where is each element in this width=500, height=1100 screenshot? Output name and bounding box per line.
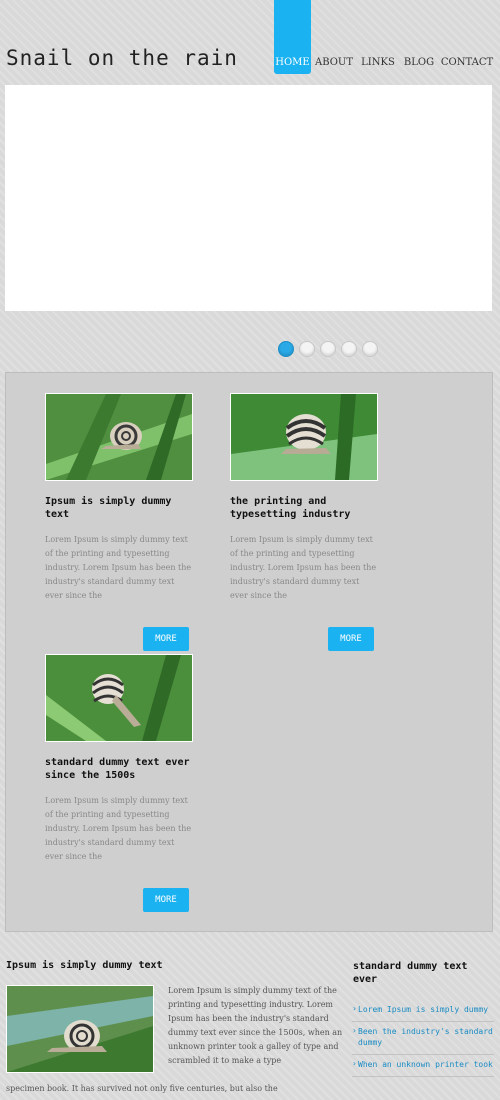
main-nav: HOME ABOUT LINKS BLOG CONTACT bbox=[274, 0, 500, 75]
slider-dot-2[interactable] bbox=[299, 341, 315, 357]
card-text: Lorem Ipsum is simply dummy text of the … bbox=[45, 796, 192, 861]
card-text: Lorem Ipsum is simply dummy text of the … bbox=[45, 535, 192, 600]
more-button[interactable]: MORE bbox=[143, 888, 189, 912]
sidebar-links: Lorem Ipsum is simply dummy Been the ind… bbox=[352, 1000, 494, 1077]
features-panel: Ipsum is simply dummy text Lorem Ipsum i… bbox=[5, 372, 493, 932]
slider-dot-4[interactable] bbox=[341, 341, 357, 357]
more-button[interactable]: MORE bbox=[328, 627, 374, 651]
hero-slider bbox=[5, 85, 492, 311]
feature-card: standard dummy text ever since the 1500s… bbox=[45, 654, 195, 864]
nav-contact[interactable]: CONTACT bbox=[441, 0, 493, 74]
more-button[interactable]: MORE bbox=[143, 627, 189, 651]
snail-image bbox=[45, 393, 193, 481]
section-text-continued: specimen book. It has survived not only … bbox=[6, 1084, 278, 1093]
feature-card: the printing and typesetting industry Lo… bbox=[230, 393, 380, 603]
section-text: Lorem Ipsum is simply dummy text of the … bbox=[168, 986, 343, 1065]
nav-links[interactable]: LINKS bbox=[360, 0, 396, 74]
sidebar-link[interactable]: Lorem Ipsum is simply dummy bbox=[352, 1000, 494, 1022]
nav-blog[interactable]: BLOG bbox=[402, 0, 436, 74]
snail-image bbox=[6, 985, 154, 1073]
card-text: Lorem Ipsum is simply dummy text of the … bbox=[230, 535, 377, 600]
sidebar-link[interactable]: Been the industry's standard dummy bbox=[352, 1022, 494, 1055]
snail-image bbox=[230, 393, 378, 481]
nav-home[interactable]: HOME bbox=[274, 0, 311, 74]
snail-image bbox=[45, 654, 193, 742]
slider-dot-3[interactable] bbox=[320, 341, 336, 357]
slider-dot-1[interactable] bbox=[278, 341, 294, 357]
feature-card: Ipsum is simply dummy text Lorem Ipsum i… bbox=[45, 393, 195, 603]
card-title: the printing and typesetting industry bbox=[230, 496, 351, 520]
sidebar-link[interactable]: When an unknown printer took bbox=[352, 1055, 494, 1077]
slider-dot-5[interactable] bbox=[362, 341, 378, 357]
card-title: Ipsum is simply dummy text bbox=[45, 496, 172, 520]
nav-about[interactable]: ABOUT bbox=[314, 0, 354, 74]
section-title: Ipsum is simply dummy text bbox=[6, 960, 163, 971]
site-title: Snail on the rain bbox=[6, 46, 238, 70]
card-title: standard dummy text ever since the 1500s bbox=[45, 757, 190, 781]
sidebar-title: standard dummy text ever bbox=[353, 961, 468, 985]
